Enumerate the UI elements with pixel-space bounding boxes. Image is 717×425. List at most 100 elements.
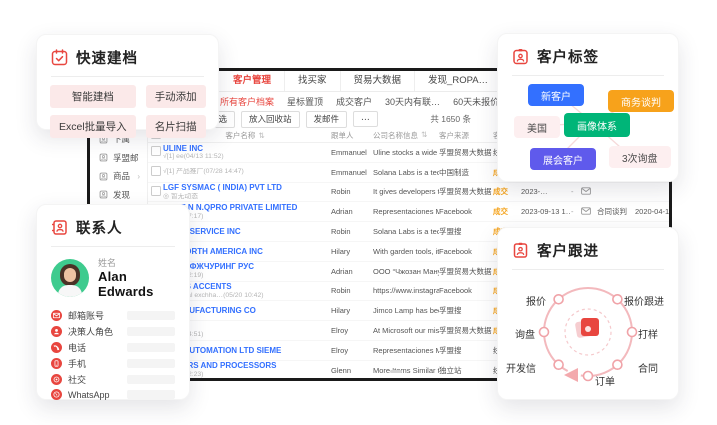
- action-button[interactable]: 发邮件: [306, 111, 348, 128]
- tab[interactable]: 发现_ROPA…: [415, 71, 502, 91]
- field-label: 决策人角色: [68, 325, 113, 338]
- tag-exhibition[interactable]: 展会客户: [530, 148, 596, 170]
- source-cell: 孚盟搜: [439, 305, 493, 316]
- row-checkbox[interactable]: [151, 146, 161, 156]
- owner-cell: Robin: [331, 187, 373, 196]
- filter-chip[interactable]: 成交客户: [336, 95, 372, 108]
- filter-chip[interactable]: 30天内有联…: [385, 95, 440, 108]
- contact-book-icon: [51, 219, 68, 236]
- quick-create-button[interactable]: Excel批量导入: [50, 115, 136, 138]
- mail-icon[interactable]: [581, 207, 597, 217]
- card-title: 快速建档: [76, 47, 138, 68]
- filter-chip[interactable]: 60天未报价: [453, 95, 499, 108]
- owner-cell: Elroy: [331, 326, 373, 335]
- sidebar-item-label: 商品: [113, 170, 130, 182]
- field-label: WhatsApp: [68, 390, 110, 400]
- quick-create-button[interactable]: 手动添加: [146, 85, 206, 108]
- owner-cell: Adrian: [331, 267, 373, 276]
- tag-usa[interactable]: 美国: [514, 116, 560, 138]
- header-owner: 跟单人: [331, 130, 373, 141]
- whatsapp-icon: [51, 389, 62, 400]
- contact-name: Alan Edwards: [98, 269, 175, 299]
- calendar-check-icon: [51, 49, 68, 66]
- field-label: 手机: [68, 357, 86, 370]
- role-field[interactable]: [127, 327, 175, 336]
- owner-cell: Adrian: [331, 207, 373, 216]
- table-row[interactable]: E FAF N N.QPRO PRIVATE LIMITED (09/13 17…: [148, 202, 669, 222]
- company-desc-cell: Solana Labs is a technology co…: [373, 227, 439, 236]
- followup-cycle-diagram: 报价 报价跟进 询盘 打样 开发信 合同 订单: [498, 272, 678, 392]
- sidebar-item[interactable]: 发现: [90, 186, 147, 205]
- action-button[interactable]: 放入回收站: [241, 111, 300, 128]
- tag-profile-system[interactable]: 画像体系: [564, 113, 630, 137]
- card-title: 联系人: [76, 217, 123, 238]
- source-cell: 中国制造: [439, 167, 493, 178]
- mail-icon[interactable]: [581, 187, 597, 197]
- page: 客户管理 找买家 贸易大数据 发现_ROPA… 所有客户档案 星标置顶 成交客户…: [0, 0, 717, 425]
- social-icon: [51, 374, 62, 385]
- sidebar-item[interactable]: 孚盟邮: [90, 149, 147, 168]
- company-desc-cell: https://www.instagram.com/inl…: [373, 286, 439, 295]
- mobile-icon: [51, 358, 62, 369]
- table-row[interactable]: LGF SYSMAC ( INDIA) PVT LTD ◎ 暂无动态 Robin…: [148, 183, 669, 203]
- node-label-contract: 合同: [638, 360, 658, 375]
- sidebar-item-label: 孚盟邮: [113, 152, 139, 164]
- sidebar-item-label: 发现: [113, 189, 130, 201]
- node-label-inquiry: 询盘: [515, 326, 535, 341]
- owner-cell: Robin: [331, 286, 373, 295]
- owner-cell: Elroy: [331, 346, 373, 355]
- mobile-field[interactable]: [127, 359, 175, 368]
- row-checkbox[interactable]: [151, 166, 161, 176]
- tag-negotiation[interactable]: 商务谈判: [608, 90, 674, 112]
- tag-new-customer[interactable]: 新客户: [528, 84, 584, 106]
- tab[interactable]: 贸易大数据: [341, 71, 416, 91]
- filter-chip[interactable]: 星标置顶: [287, 95, 323, 108]
- node-label-order: 订单: [595, 373, 615, 388]
- social-field[interactable]: [127, 375, 175, 384]
- row-subtext: √[1] 产品推广(07/28 14:47): [163, 168, 327, 176]
- source-cell: 孚盟贸易大数据: [439, 325, 493, 336]
- action-button[interactable]: ⋯: [353, 111, 378, 127]
- chevron-right-icon: ›: [137, 172, 147, 181]
- company-desc-cell: Uline stocks a wide selection of…: [373, 148, 439, 157]
- badge-person-icon: [512, 242, 529, 259]
- sort-icon[interactable]: ⇅: [258, 131, 264, 140]
- field-label: 电话: [68, 341, 86, 354]
- email-field[interactable]: [127, 311, 175, 320]
- id-card-person-icon: [512, 48, 529, 65]
- name-label: 姓名: [98, 256, 175, 269]
- whatsapp-field[interactable]: [127, 390, 175, 399]
- dash-cell: -: [571, 207, 581, 216]
- tab[interactable]: 找买家: [285, 71, 341, 91]
- company-desc-cell: Solana Labs is a technology co…: [373, 168, 439, 177]
- owner-cell: Robin: [331, 227, 373, 236]
- row-subtext: ◎ 暂无动态: [163, 193, 327, 201]
- tag-3-inquiries[interactable]: 3次询盘: [609, 146, 671, 168]
- phone-field[interactable]: [127, 343, 175, 352]
- tab[interactable]: 客户管理: [220, 71, 285, 91]
- last-follow-cell: 2023-…: [521, 187, 571, 196]
- company-desc-cell: More Items Similar to: Souther…: [373, 366, 439, 375]
- quick-create-button[interactable]: 智能建档: [50, 85, 136, 108]
- owner-cell: Hilary: [331, 306, 373, 315]
- owner-cell: Hilary: [331, 247, 373, 256]
- header-source: 客户来源: [439, 130, 493, 141]
- stage-cell: 合同谈判: [597, 206, 635, 217]
- row-checkbox[interactable]: [151, 186, 161, 196]
- sort-icon[interactable]: ⇅: [421, 130, 427, 141]
- sidebar-item[interactable]: 商品 ›: [90, 167, 147, 186]
- field-label: 邮箱账号: [68, 309, 104, 322]
- horizontal-scrollbar[interactable]: [390, 370, 402, 373]
- company-name-link[interactable]: LGF SYSMAC ( INDIA) PVT LTD: [163, 183, 327, 193]
- source-cell: 孚盟贸易大数据: [439, 266, 493, 277]
- node-label-dev-letter: 开发信: [506, 360, 536, 375]
- card-title: 客户跟进: [537, 240, 599, 261]
- sidebar-item-icon: [99, 172, 108, 181]
- created-cell: 2020-04-14 17:…: [635, 207, 669, 216]
- filter-chip[interactable]: 所有客户档案: [220, 95, 274, 108]
- owner-cell: Emmanuel: [331, 168, 373, 177]
- status-cell: 成交: [493, 206, 521, 217]
- company-desc-cell: With garden tools, it's all about …: [373, 247, 439, 256]
- quick-create-button[interactable]: 名片扫描: [146, 115, 206, 138]
- source-cell: 孚盟贸易大数据: [439, 147, 493, 158]
